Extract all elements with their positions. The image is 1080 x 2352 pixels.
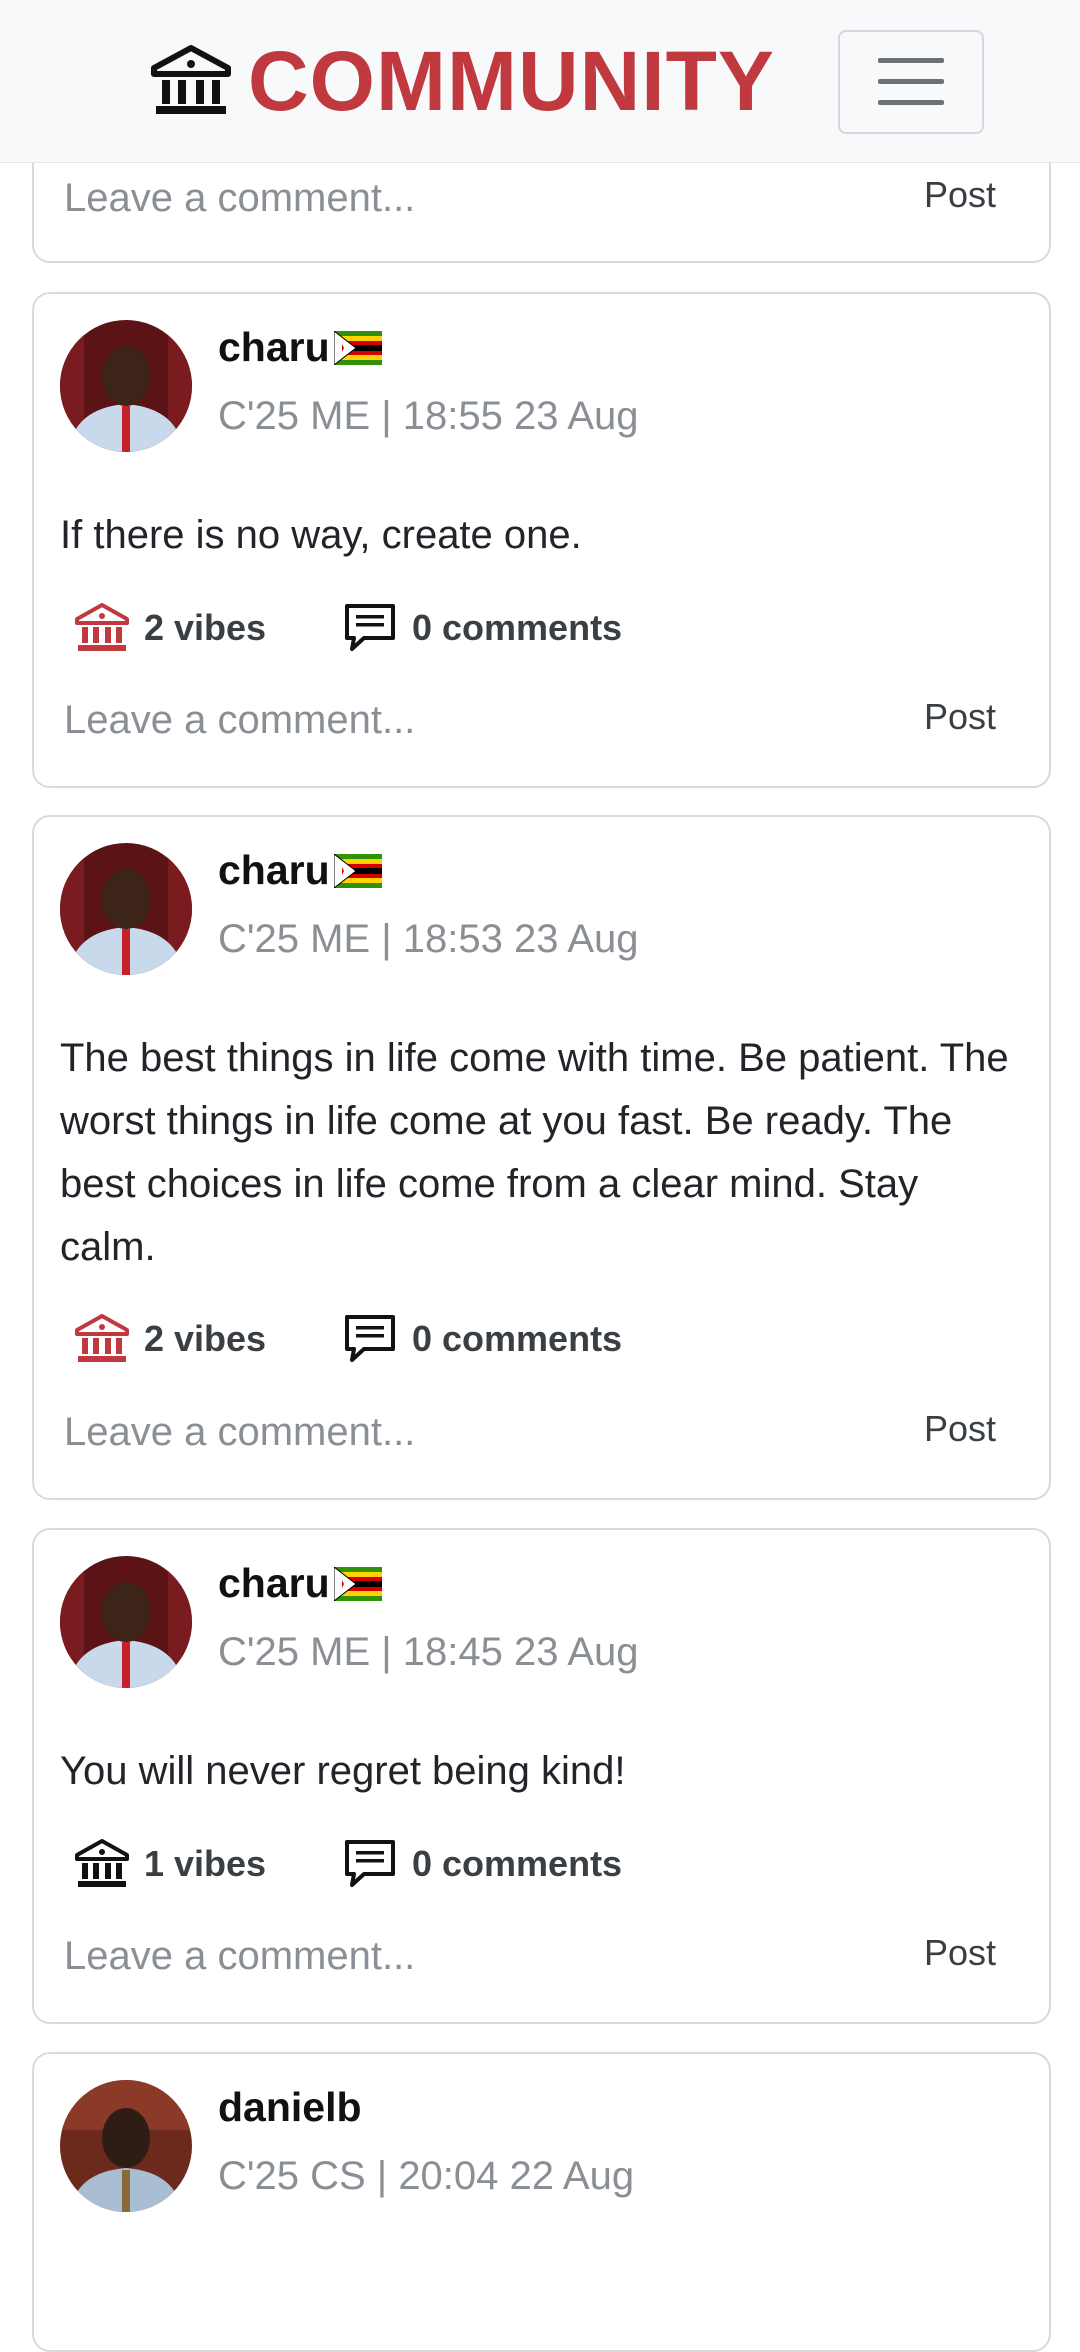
- post-meta: C'25 ME | 18:53 23 Aug: [218, 917, 639, 961]
- institution-icon: [75, 1314, 129, 1362]
- comment-icon: [345, 1315, 395, 1362]
- username[interactable]: charu: [218, 324, 382, 371]
- post-meta: C'25 CS | 20:04 22 Aug: [218, 2154, 635, 2198]
- comment-input[interactable]: [64, 690, 884, 750]
- post-actions: 1 vibes 0 comments: [74, 1834, 622, 1894]
- post-comment-button[interactable]: Post: [924, 1932, 996, 1974]
- post-text: If there is no way, create one.: [60, 513, 582, 557]
- avatar[interactable]: [60, 843, 192, 975]
- institution-icon: [151, 45, 231, 114]
- post-text: You will never regret being kind!: [60, 1749, 626, 1793]
- vibe-button[interactable]: 2 vibes: [74, 1313, 342, 1365]
- zimbabwe-flag-icon: [333, 1566, 382, 1601]
- comments-count: 0 comments: [412, 1843, 623, 1884]
- vibes-count: 1 vibes: [144, 1843, 267, 1884]
- comment-row: Post: [64, 1402, 1024, 1462]
- comment-input[interactable]: [64, 1402, 884, 1462]
- post-text: The best things in life come with time. …: [60, 1036, 1009, 1269]
- institution-icon: [75, 1839, 129, 1887]
- username[interactable]: danielb: [218, 2084, 362, 2131]
- comment-row: Post: [64, 690, 1024, 750]
- vibe-button[interactable]: 2 vibes: [74, 602, 342, 654]
- comments-button[interactable]: 0 comments: [342, 1313, 622, 1365]
- institution-icon: [75, 603, 129, 651]
- username[interactable]: charu: [218, 847, 382, 894]
- post-card: charu C'25 ME | 18:53 23 Aug The best th…: [32, 815, 1051, 1500]
- comments-count: 0 comments: [412, 607, 623, 648]
- vibes-count: 2 vibes: [144, 607, 267, 648]
- zimbabwe-flag-icon: [333, 330, 382, 365]
- post-card: charu C'25 ME | 18:45 23 Aug You will ne…: [32, 1528, 1051, 2024]
- avatar[interactable]: [60, 320, 192, 452]
- hamburger-menu-icon: [878, 58, 944, 105]
- comments-count: 0 comments: [412, 1318, 623, 1359]
- comment-input[interactable]: [64, 168, 884, 228]
- post-comment-button[interactable]: Post: [924, 696, 996, 738]
- comment-input[interactable]: [64, 1926, 884, 1986]
- comment-row: Post: [64, 1926, 1024, 1986]
- zimbabwe-flag-icon: [333, 853, 382, 888]
- post-meta: C'25 ME | 18:55 23 Aug: [218, 394, 639, 438]
- vibes-count: 2 vibes: [144, 1318, 267, 1359]
- post-comment-button[interactable]: Post: [924, 174, 996, 216]
- comment-icon: [345, 604, 395, 651]
- brand-link[interactable]: COMMUNITY: [150, 36, 775, 126]
- username[interactable]: charu: [218, 1560, 382, 1607]
- avatar[interactable]: [60, 1556, 192, 1688]
- comment-row: Post: [64, 168, 1024, 228]
- comments-button[interactable]: 0 comments: [342, 1838, 622, 1890]
- post-meta: C'25 ME | 18:45 23 Aug: [218, 1630, 639, 1674]
- post-comment-button[interactable]: Post: [924, 1408, 996, 1450]
- brand-title: COMMUNITY: [248, 34, 775, 128]
- post-card: danielb C'25 CS | 20:04 22 Aug: [32, 2052, 1051, 2352]
- menu-toggle-button[interactable]: [838, 30, 984, 134]
- post-card: charu C'25 ME | 18:55 23 Aug If there is…: [32, 292, 1051, 788]
- top-navbar: COMMUNITY: [0, 0, 1080, 163]
- avatar[interactable]: [60, 2080, 192, 2212]
- vibe-button[interactable]: 1 vibes: [74, 1838, 342, 1890]
- comment-icon: [345, 1840, 395, 1887]
- comments-button[interactable]: 0 comments: [342, 602, 622, 654]
- post-actions: 2 vibes 0 comments: [74, 1309, 622, 1369]
- post-actions: 2 vibes 0 comments: [74, 598, 622, 658]
